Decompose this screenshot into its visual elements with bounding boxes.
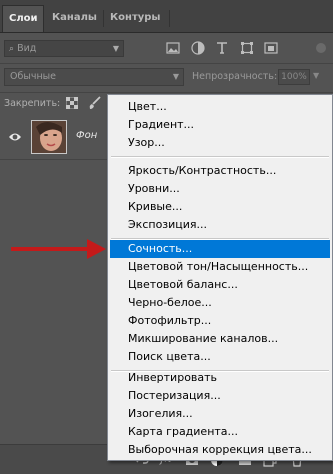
- opacity-label: Непрозрачность:: [192, 71, 278, 82]
- layers-panel: Слои Каналы Контуры ⌕ Вид ▼ Обычные ▼ Не…: [0, 0, 333, 474]
- search-icon: ⌕: [9, 44, 15, 54]
- menu-item[interactable]: Черно-белое...: [110, 294, 330, 312]
- menu-item[interactable]: Градиент...: [110, 116, 330, 134]
- eye-icon[interactable]: [8, 131, 22, 143]
- red-arrow-annotation: [11, 239, 106, 259]
- menu-item[interactable]: Фотофильтр...: [110, 312, 330, 330]
- menu-item[interactable]: Цветовой баланс...: [110, 276, 330, 294]
- menu-item[interactable]: Выборочная коррекция цвета...: [110, 441, 330, 459]
- layer-thumbnail[interactable]: [31, 120, 67, 154]
- menu-item[interactable]: Цвет...: [110, 98, 330, 116]
- chevron-down-icon: ▼: [172, 72, 179, 81]
- shape-filter-icon[interactable]: [240, 41, 254, 55]
- portrait-thumbnail-image: [32, 121, 66, 153]
- chevron-down-icon: ▼: [112, 44, 119, 53]
- menu-item[interactable]: Экспозиция...: [110, 216, 330, 234]
- image-filter-icon[interactable]: [166, 41, 180, 55]
- lock-label: Закрепить:: [4, 98, 61, 109]
- tab-layers[interactable]: Слои: [2, 5, 44, 32]
- layer-name: Фон: [76, 130, 98, 141]
- lock-image-pixels-icon[interactable]: [88, 96, 101, 110]
- menu-separator: [111, 156, 329, 158]
- blend-mode-select[interactable]: Обычные ▼: [4, 68, 184, 86]
- layer-filter-row: ⌕ Вид ▼: [0, 33, 333, 64]
- menu-item[interactable]: Инвертировать: [110, 369, 330, 387]
- menu-item[interactable]: Карта градиента...: [110, 423, 330, 441]
- filter-kind-label: Вид: [17, 43, 37, 54]
- panel-tab-bar: Слои Каналы Контуры: [0, 0, 333, 33]
- tab-divider: [169, 10, 170, 27]
- menu-item[interactable]: Сочность...: [110, 240, 330, 258]
- blend-mode-label: Обычные: [10, 71, 57, 82]
- menu-item[interactable]: Цветовой тон/Насыщенность...: [110, 258, 330, 276]
- menu-item[interactable]: Уровни...: [110, 180, 330, 198]
- opacity-dropdown-icon[interactable]: ▼: [313, 71, 319, 80]
- opacity-field[interactable]: 100%: [278, 69, 310, 85]
- menu-item[interactable]: Постеризация...: [110, 387, 330, 405]
- smart-object-filter-icon[interactable]: [264, 41, 278, 55]
- blend-row: Обычные ▼ Непрозрачность: 100% ▼: [0, 64, 333, 89]
- filter-toggle-icon[interactable]: [315, 40, 327, 56]
- filter-kind-select[interactable]: ⌕ Вид ▼: [4, 40, 124, 57]
- menu-item[interactable]: Яркость/Контрастность...: [110, 162, 330, 180]
- menu-item[interactable]: Микширование каналов...: [110, 330, 330, 348]
- type-filter-icon[interactable]: [215, 41, 229, 55]
- menu-item[interactable]: Кривые...: [110, 198, 330, 216]
- menu-item[interactable]: Изогелия...: [110, 405, 330, 423]
- adjustment-filter-icon[interactable]: [191, 41, 205, 55]
- menu-item[interactable]: Поиск цвета...: [110, 348, 330, 366]
- tab-paths[interactable]: Контуры: [104, 5, 168, 32]
- adjustment-layer-menu: Цвет... Градиент... Узор... Яркость/Контрас…: [107, 94, 333, 461]
- menu-item[interactable]: Узор...: [110, 134, 330, 152]
- lock-transparent-pixels-icon[interactable]: [66, 97, 78, 109]
- tab-channels[interactable]: Каналы: [46, 5, 102, 32]
